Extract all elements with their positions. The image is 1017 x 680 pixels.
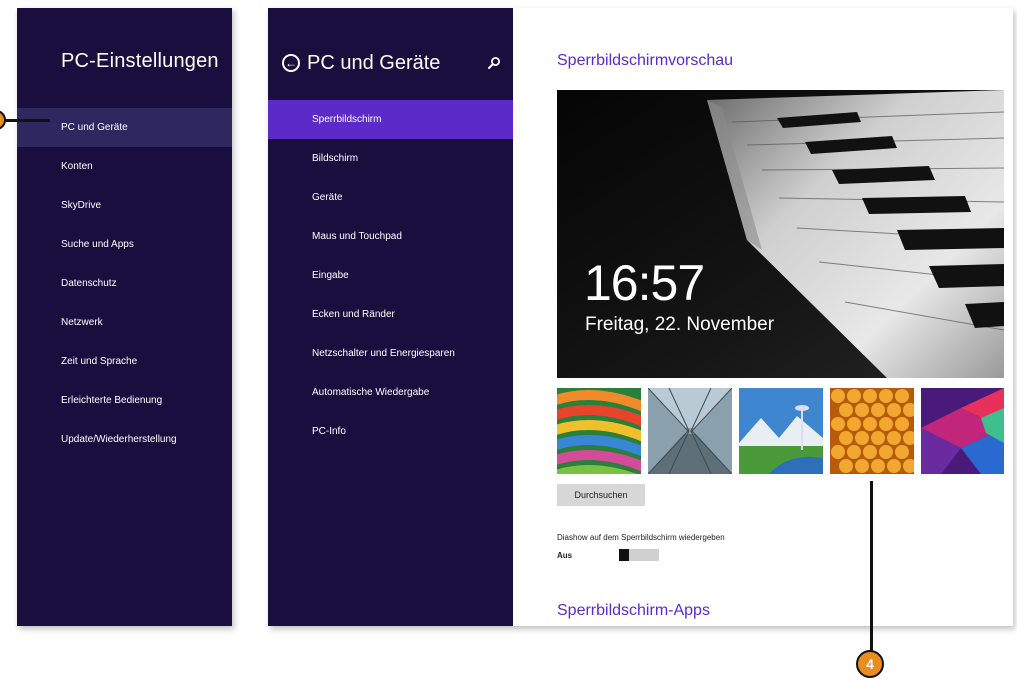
settings-item-skydrive[interactable]: SkyDrive <box>17 186 232 225</box>
lockscreen-thumbnails <box>557 388 1004 474</box>
settings-item-search-apps[interactable]: Suche und Apps <box>17 225 232 264</box>
pc-devices-nav: Sperrbildschirm Bildschirm Geräte Maus u… <box>268 100 513 451</box>
settings-item-ease-of-access[interactable]: Erleichterte Bedienung <box>17 381 232 420</box>
search-icon[interactable] <box>487 56 501 70</box>
settings-item-accounts[interactable]: Konten <box>17 147 232 186</box>
settings-item-time-language[interactable]: Zeit und Sprache <box>17 342 232 381</box>
pc-devices-title: PC und Geräte <box>307 51 441 74</box>
devices-item-lockscreen[interactable]: Sperrbildschirm <box>268 100 513 139</box>
settings-item-network[interactable]: Netzwerk <box>17 303 232 342</box>
devices-item-typing[interactable]: Eingabe <box>268 256 513 295</box>
lockscreen-apps-heading: Sperrbildschirm-Apps <box>557 602 710 619</box>
pc-devices-header: ← PC und Geräte <box>282 50 440 76</box>
callout-line-vertical <box>870 481 873 651</box>
callout-badge-left <box>0 110 6 130</box>
callout-line-left <box>0 119 50 122</box>
devices-item-autoplay[interactable]: Automatische Wiedergabe <box>268 373 513 412</box>
slideshow-state: Aus <box>557 550 573 560</box>
thumbnail-colorful-stripes[interactable] <box>557 388 641 474</box>
thumbnail-glass-corridor[interactable] <box>648 388 732 474</box>
thumbnail-seattle-landscape[interactable] <box>739 388 823 474</box>
thumbnail-geometric[interactable] <box>921 388 1004 474</box>
settings-item-privacy[interactable]: Datenschutz <box>17 264 232 303</box>
pc-settings-title: PC-Einstellungen <box>61 50 219 72</box>
devices-item-mouse-touchpad[interactable]: Maus und Touchpad <box>268 217 513 256</box>
lockscreen-preview: 16:57 Freitag, 22. November <box>557 90 1004 378</box>
callout-badge-number: 4 <box>856 650 884 678</box>
preview-heading: Sperrbildschirmvorschau <box>557 52 734 69</box>
slideshow-toggle-row: Aus <box>557 549 659 561</box>
devices-item-power-sleep[interactable]: Netzschalter und Energiesparen <box>268 334 513 373</box>
lockscreen-content: Sperrbildschirmvorschau 16:57 Freitag, 2… <box>513 8 1013 626</box>
devices-item-devices[interactable]: Geräte <box>268 178 513 217</box>
devices-item-corners-edges[interactable]: Ecken und Ränder <box>268 295 513 334</box>
browse-button[interactable]: Durchsuchen <box>557 484 645 506</box>
screenshot-stage: PC-Einstellungen PC und Geräte Konten Sk… <box>0 0 1017 680</box>
pc-settings-nav: PC und Geräte Konten SkyDrive Suche und … <box>17 108 232 459</box>
back-arrow-icon[interactable]: ← <box>282 54 300 72</box>
pc-settings-panel: PC-Einstellungen PC und Geräte Konten Sk… <box>17 8 232 626</box>
settings-item-pc-devices[interactable]: PC und Geräte <box>17 108 232 147</box>
thumbnail-honeycomb[interactable] <box>830 388 914 474</box>
pc-devices-sidebar: ← PC und Geräte Sperrbildschirm Bildschi… <box>268 8 513 626</box>
devices-item-pc-info[interactable]: PC-Info <box>268 412 513 451</box>
devices-item-display[interactable]: Bildschirm <box>268 139 513 178</box>
slideshow-label: Diashow auf dem Sperrbildschirm wiederge… <box>557 533 725 542</box>
lockscreen-time: 16:57 <box>584 255 705 311</box>
slideshow-toggle-knob <box>619 549 629 561</box>
lockscreen-date: Freitag, 22. November <box>585 314 775 335</box>
pc-devices-window: ← PC und Geräte Sperrbildschirm Bildschi… <box>268 8 1013 626</box>
settings-item-update-recovery[interactable]: Update/Wiederherstellung <box>17 420 232 459</box>
slideshow-toggle[interactable] <box>619 549 659 561</box>
